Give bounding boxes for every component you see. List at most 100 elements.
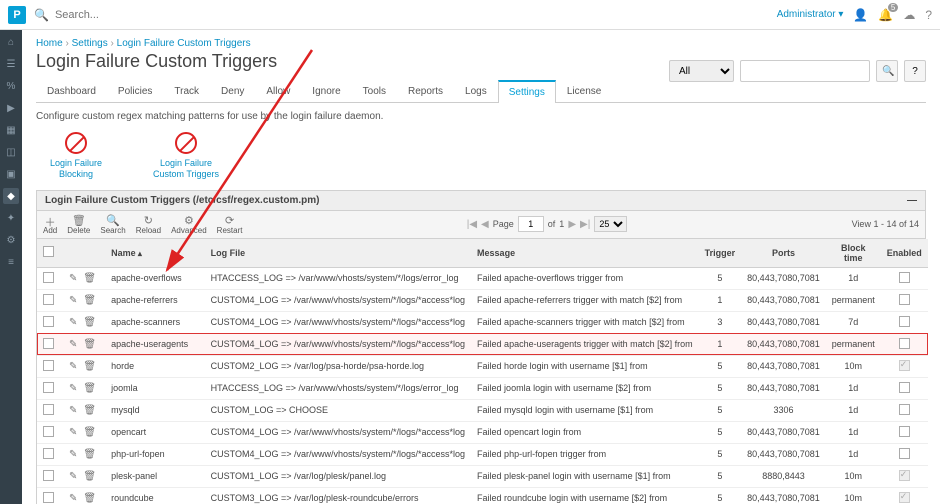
table-row[interactable]: ✎🗑mysqldCUSTOM_LOG => CHOOSEFailed mysql… bbox=[37, 399, 928, 421]
enabled-checkbox[interactable] bbox=[899, 492, 910, 503]
row-checkbox[interactable] bbox=[43, 360, 54, 371]
sidebar-shield[interactable]: ◆ bbox=[3, 188, 19, 204]
admin-menu[interactable]: Administrator ▾ bbox=[777, 9, 844, 20]
tab-tools[interactable]: Tools bbox=[352, 80, 397, 103]
pager-first[interactable]: |◀ bbox=[467, 219, 477, 230]
delete-icon[interactable]: 🗑 bbox=[83, 383, 96, 394]
edit-icon[interactable]: ✎ bbox=[69, 405, 77, 416]
pager-next[interactable]: ▶ bbox=[568, 219, 576, 230]
collapse-icon[interactable]: — bbox=[907, 195, 917, 206]
col-ports[interactable]: Ports bbox=[741, 239, 826, 268]
table-row[interactable]: ✎🗑php-url-fopenCUSTOM4_LOG => /var/www/v… bbox=[37, 443, 928, 465]
enabled-checkbox[interactable] bbox=[899, 382, 910, 393]
row-checkbox[interactable] bbox=[43, 492, 54, 503]
sidebar-home[interactable]: ⌂ bbox=[3, 34, 19, 50]
row-checkbox[interactable] bbox=[43, 294, 54, 305]
delete-icon[interactable]: 🗑 bbox=[83, 317, 96, 328]
search-input[interactable] bbox=[55, 9, 777, 21]
checkbox-all[interactable] bbox=[43, 246, 54, 257]
pager-prev[interactable]: ◀ bbox=[481, 219, 489, 230]
delete-icon[interactable]: 🗑 bbox=[83, 449, 96, 460]
enabled-checkbox[interactable] bbox=[899, 404, 910, 415]
tab-reports[interactable]: Reports bbox=[397, 80, 454, 103]
reload-button[interactable]: ↻Reload bbox=[136, 214, 161, 235]
edit-icon[interactable]: ✎ bbox=[69, 317, 77, 328]
edit-icon[interactable]: ✎ bbox=[69, 295, 77, 306]
table-row[interactable]: ✎🗑plesk-panelCUSTOM1_LOG => /var/log/ple… bbox=[37, 465, 928, 487]
table-row[interactable]: ✎🗑opencartCUSTOM4_LOG => /var/www/vhosts… bbox=[37, 421, 928, 443]
delete-icon[interactable]: 🗑 bbox=[83, 295, 96, 306]
sidebar-play[interactable]: ▶ bbox=[3, 100, 19, 116]
enabled-checkbox[interactable] bbox=[899, 448, 910, 459]
delete-icon[interactable]: 🗑 bbox=[83, 405, 96, 416]
tab-settings[interactable]: Settings bbox=[498, 80, 556, 103]
tab-allow[interactable]: Allow bbox=[255, 80, 301, 103]
sidebar-settings[interactable]: ⚙ bbox=[3, 232, 19, 248]
table-row[interactable]: ✎🗑apache-useragentsCUSTOM4_LOG => /var/w… bbox=[37, 333, 928, 355]
filter-help-button[interactable]: ? bbox=[904, 60, 926, 82]
table-row[interactable]: ✎🗑apache-scannersCUSTOM4_LOG => /var/www… bbox=[37, 311, 928, 333]
table-row[interactable]: ✎🗑apache-overflowsHTACCESS_LOG => /var/w… bbox=[37, 267, 928, 289]
row-checkbox[interactable] bbox=[43, 426, 54, 437]
edit-icon[interactable]: ✎ bbox=[69, 449, 77, 460]
edit-icon[interactable]: ✎ bbox=[69, 493, 77, 504]
login-failure-blocking-icon[interactable]: Login Failure Blocking bbox=[36, 132, 116, 180]
delete-icon[interactable]: 🗑 bbox=[83, 471, 96, 482]
sidebar-list[interactable]: ≡ bbox=[3, 254, 19, 270]
tab-license[interactable]: License bbox=[556, 80, 612, 103]
row-checkbox[interactable] bbox=[43, 338, 54, 349]
restart-button[interactable]: ⟳Restart bbox=[217, 214, 243, 235]
delete-button[interactable]: 🗑Delete bbox=[67, 214, 90, 235]
table-row[interactable]: ✎🗑joomlaHTACCESS_LOG => /var/www/vhosts/… bbox=[37, 377, 928, 399]
delete-icon[interactable]: 🗑 bbox=[83, 361, 96, 372]
row-checkbox[interactable] bbox=[43, 316, 54, 327]
col-trigger[interactable]: Trigger bbox=[699, 239, 742, 268]
app-logo[interactable]: P bbox=[8, 6, 26, 24]
col-enabled[interactable]: Enabled bbox=[881, 239, 928, 268]
row-checkbox[interactable] bbox=[43, 382, 54, 393]
crumb-home[interactable]: Home bbox=[36, 38, 63, 49]
enabled-checkbox[interactable] bbox=[899, 294, 910, 305]
filter-search-button[interactable]: 🔍 bbox=[876, 60, 898, 82]
filter-select[interactable]: All bbox=[669, 60, 734, 82]
filter-input[interactable] bbox=[740, 60, 870, 82]
row-checkbox[interactable] bbox=[43, 470, 54, 481]
delete-icon[interactable]: 🗑 bbox=[83, 427, 96, 438]
bell-icon[interactable]: 🔔5 bbox=[878, 8, 893, 22]
row-checkbox[interactable] bbox=[43, 404, 54, 415]
tab-policies[interactable]: Policies bbox=[107, 80, 163, 103]
help-icon[interactable]: ? bbox=[925, 8, 932, 22]
enabled-checkbox[interactable] bbox=[899, 426, 910, 437]
edit-icon[interactable]: ✎ bbox=[69, 339, 77, 350]
tab-deny[interactable]: Deny bbox=[210, 80, 255, 103]
delete-icon[interactable]: 🗑 bbox=[83, 339, 96, 350]
cloud-icon[interactable]: ☁ bbox=[903, 8, 915, 22]
edit-icon[interactable]: ✎ bbox=[69, 273, 77, 284]
pager-page-input[interactable] bbox=[518, 216, 544, 232]
row-checkbox[interactable] bbox=[43, 448, 54, 459]
edit-icon[interactable]: ✎ bbox=[69, 471, 77, 482]
delete-icon[interactable]: 🗑 bbox=[83, 273, 96, 284]
user-icon[interactable]: 👤 bbox=[853, 8, 868, 22]
tab-track[interactable]: Track bbox=[163, 80, 210, 103]
enabled-checkbox[interactable] bbox=[899, 360, 910, 371]
sidebar-chart[interactable]: ◫ bbox=[3, 144, 19, 160]
sidebar-box[interactable]: ▣ bbox=[3, 166, 19, 182]
delete-icon[interactable]: 🗑 bbox=[83, 493, 96, 504]
pager-last[interactable]: ▶| bbox=[580, 219, 590, 230]
login-failure-custom-triggers-icon[interactable]: Login Failure Custom Triggers bbox=[146, 132, 226, 180]
table-row[interactable]: ✎🗑hordeCUSTOM2_LOG => /var/log/psa-horde… bbox=[37, 355, 928, 377]
enabled-checkbox[interactable] bbox=[899, 470, 910, 481]
row-checkbox[interactable] bbox=[43, 272, 54, 283]
sidebar-percent[interactable]: % bbox=[3, 78, 19, 94]
tab-ignore[interactable]: Ignore bbox=[301, 80, 351, 103]
table-row[interactable]: ✎🗑roundcubeCUSTOM3_LOG => /var/log/plesk… bbox=[37, 487, 928, 504]
col-msg[interactable]: Message bbox=[471, 239, 699, 268]
col-log[interactable]: Log File bbox=[205, 239, 471, 268]
col-name[interactable]: Name bbox=[105, 239, 205, 268]
add-button[interactable]: ＋Add bbox=[43, 214, 57, 235]
sidebar-grid[interactable]: ▦ bbox=[3, 122, 19, 138]
sidebar-users[interactable]: ☰ bbox=[3, 56, 19, 72]
crumb-current[interactable]: Login Failure Custom Triggers bbox=[117, 38, 251, 49]
advanced-button[interactable]: ⚙Advanced bbox=[171, 214, 207, 235]
